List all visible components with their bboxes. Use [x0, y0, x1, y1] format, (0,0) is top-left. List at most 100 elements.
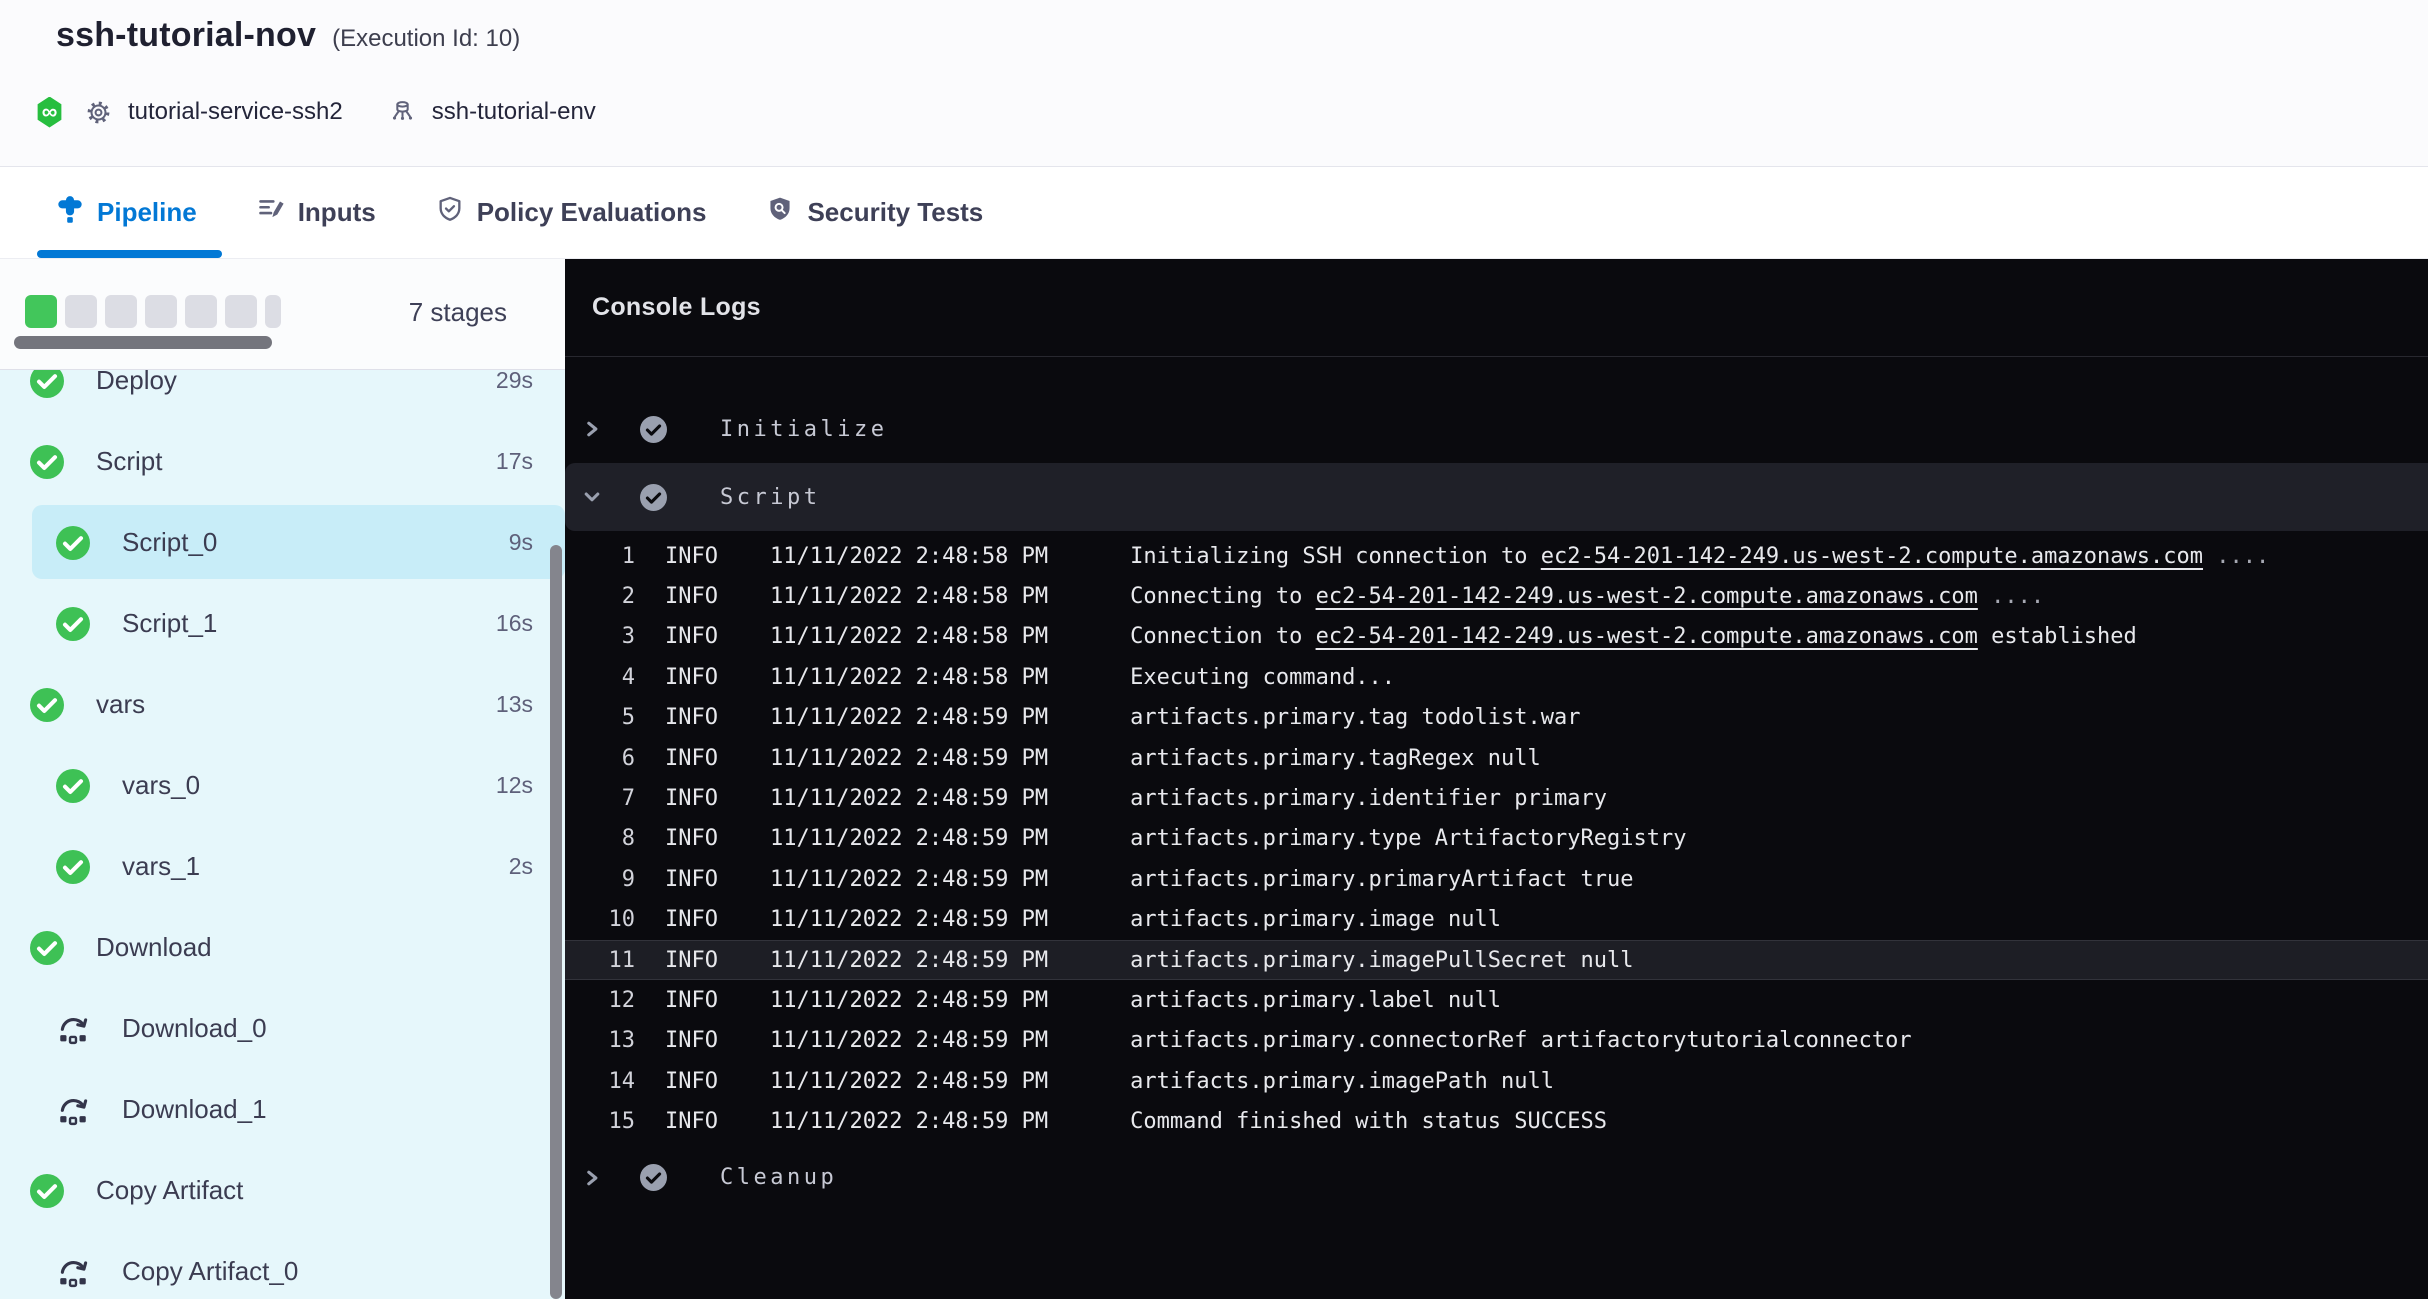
stage-segment[interactable]	[105, 295, 137, 328]
log-timestamp: 11/11/2022 2:48:59 PM	[770, 1028, 1048, 1053]
console-header: Console Logs	[565, 259, 2428, 357]
log-timestamp: 11/11/2022 2:48:59 PM	[770, 826, 1048, 851]
log-message: artifacts.primary.connectorRef artifacto…	[1130, 1028, 1911, 1053]
stage-row-vars_1[interactable]: vars_12s	[0, 826, 565, 907]
log-timestamp: 11/11/2022 2:48:59 PM	[770, 1069, 1048, 1094]
log-section-cleanup[interactable]: Cleanup	[565, 1144, 2428, 1212]
success-check-icon	[56, 850, 90, 884]
stage-name: Script_1	[122, 608, 217, 639]
stage-list-scrollbar[interactable]	[550, 545, 562, 1299]
step-success-icon	[640, 416, 667, 443]
success-check-icon	[56, 607, 90, 641]
stage-row-script_0[interactable]: Script_09s	[0, 502, 565, 583]
stage-segment[interactable]	[225, 295, 257, 328]
log-line: 11INFO11/11/2022 2:48:59 PMartifacts.pri…	[565, 940, 2428, 980]
log-timestamp: 11/11/2022 2:48:59 PM	[770, 988, 1048, 1013]
log-message: artifacts.primary.imagePath null	[1130, 1069, 1554, 1094]
chevron-right-icon[interactable]	[583, 420, 601, 438]
stage-row-script_1[interactable]: Script_116s	[0, 583, 565, 664]
log-host-link[interactable]: ec2-54-201-142-249.us-west-2.compute.ama…	[1316, 624, 1978, 649]
service-link[interactable]: tutorial-service-ssh2	[128, 98, 343, 126]
stage-row-deploy[interactable]: Deploy29s	[0, 370, 565, 421]
stage-segment[interactable]	[185, 295, 217, 328]
log-line-number: 2	[565, 584, 635, 609]
stage-name: Download	[96, 932, 212, 963]
execution-title-row: ssh-tutorial-nov (Execution Id: 10)	[56, 16, 520, 55]
log-host-link[interactable]: ec2-54-201-142-249.us-west-2.compute.ama…	[1541, 544, 2203, 569]
stage-progress-minimap[interactable]	[25, 295, 290, 328]
stage-name: vars_1	[122, 851, 200, 882]
stage-row-download_1[interactable]: Download_1	[0, 1069, 565, 1150]
log-line: 5INFO11/11/2022 2:48:59 PMartifacts.prim…	[565, 698, 2428, 738]
tab-label: Inputs	[298, 197, 376, 228]
log-level: INFO	[665, 746, 718, 771]
tab-policy-evaluations[interactable]: Policy Evaluations	[436, 167, 707, 258]
execution-meta-row: ∞ tutorial-service-ssh2 ssh-tutorial-env	[36, 90, 596, 134]
stage-row-vars[interactable]: vars13s	[0, 664, 565, 745]
stage-row-script[interactable]: Script 17s	[0, 421, 565, 502]
log-level: INFO	[665, 705, 718, 730]
log-line-number: 13	[565, 1028, 635, 1053]
log-message: artifacts.primary.tag todolist.war	[1130, 705, 1580, 730]
tab-label: Security Tests	[807, 197, 983, 228]
policy-icon	[436, 195, 464, 230]
stage-row-copy-artifact[interactable]: Copy Artifact	[0, 1150, 565, 1231]
log-timestamp: 11/11/2022 2:48:59 PM	[770, 705, 1048, 730]
log-section-initialize[interactable]: Initialize	[565, 395, 2428, 463]
environment-link[interactable]: ssh-tutorial-env	[432, 98, 596, 126]
stage-row-download[interactable]: Download	[0, 907, 565, 988]
chevron-right-icon[interactable]	[583, 1169, 601, 1187]
log-message: artifacts.primary.primaryArtifact true	[1130, 867, 1633, 892]
stage-name: Download_1	[122, 1094, 267, 1125]
stage-duration: 12s	[496, 772, 533, 799]
log-line-number: 3	[565, 624, 635, 649]
log-message: Executing command...	[1130, 665, 1395, 690]
stage-segment[interactable]	[265, 295, 281, 328]
step-success-icon	[640, 1164, 667, 1191]
stage-duration: 17s	[496, 448, 533, 475]
log-message-suffix: established	[1978, 624, 2137, 649]
tab-label: Policy Evaluations	[477, 197, 707, 228]
log-line: 8INFO11/11/2022 2:48:59 PMartifacts.prim…	[565, 819, 2428, 859]
log-timestamp: 11/11/2022 2:48:59 PM	[770, 948, 1048, 973]
tab-inputs[interactable]: Inputs	[257, 167, 376, 258]
log-level: INFO	[665, 1028, 718, 1053]
stage-row-download_0[interactable]: Download_0	[0, 988, 565, 1069]
chevron-down-icon[interactable]	[583, 488, 601, 506]
log-message: artifacts.primary.label null	[1130, 988, 1501, 1013]
tab-security-tests[interactable]: Security Tests	[766, 167, 983, 258]
log-line-number: 12	[565, 988, 635, 1013]
log-timestamp: 11/11/2022 2:48:59 PM	[770, 867, 1048, 892]
tab-pipeline[interactable]: Pipeline	[56, 167, 197, 258]
log-timestamp: 11/11/2022 2:48:59 PM	[770, 907, 1048, 932]
stage-segment[interactable]	[65, 295, 97, 328]
log-line: 13 INFO 11/11/2022 2:48:59 PM artifacts.pri…	[565, 1021, 2428, 1061]
log-line: 2INFO11/11/2022 2:48:58 PMConnecting to …	[565, 576, 2428, 616]
console-body: InitializeScript1INFO11/11/2022 2:48:58 …	[565, 357, 2428, 1212]
log-level: INFO	[665, 826, 718, 851]
log-timestamp: 11/11/2022 2:48:59 PM	[770, 746, 1048, 771]
stage-list: Deploy29sScript17sScript_09sScript_116sv…	[0, 370, 565, 1299]
log-line-number: 1	[565, 544, 635, 569]
stage-row-vars_0[interactable]: vars_012s	[0, 745, 565, 826]
rollback-icon	[56, 1012, 90, 1046]
console-title: Console Logs	[592, 293, 761, 322]
environment-icon	[389, 99, 416, 126]
log-level: INFO	[665, 544, 718, 569]
stage-name: Script	[96, 446, 162, 477]
log-section-script[interactable]: Script	[565, 463, 2428, 531]
log-message: Initializing SSH connection to ec2-54-20…	[1130, 544, 2269, 569]
minimap-horizontal-scrollbar[interactable]	[14, 336, 272, 349]
stage-name: Download_0	[122, 1013, 267, 1044]
stage-segment[interactable]	[25, 295, 57, 328]
gear-icon	[85, 99, 112, 126]
success-check-icon	[30, 688, 64, 722]
log-message: Command finished with status SUCCESS	[1130, 1109, 1607, 1134]
log-line: 3INFO11/11/2022 2:48:58 PMConnection to …	[565, 617, 2428, 657]
execution-tab-bar: Pipeline Inputs Policy Evaluations Security…	[0, 166, 2428, 259]
log-line: 7INFO11/11/2022 2:48:59 PMartifacts.prim…	[565, 778, 2428, 818]
log-message: Connecting to ec2-54-201-142-249.us-west…	[1130, 584, 2044, 609]
stage-row-copy-artifact_0[interactable]: Copy Artifact_0	[0, 1231, 565, 1299]
stage-segment[interactable]	[145, 295, 177, 328]
log-host-link[interactable]: ec2-54-201-142-249.us-west-2.compute.ama…	[1316, 584, 1978, 609]
